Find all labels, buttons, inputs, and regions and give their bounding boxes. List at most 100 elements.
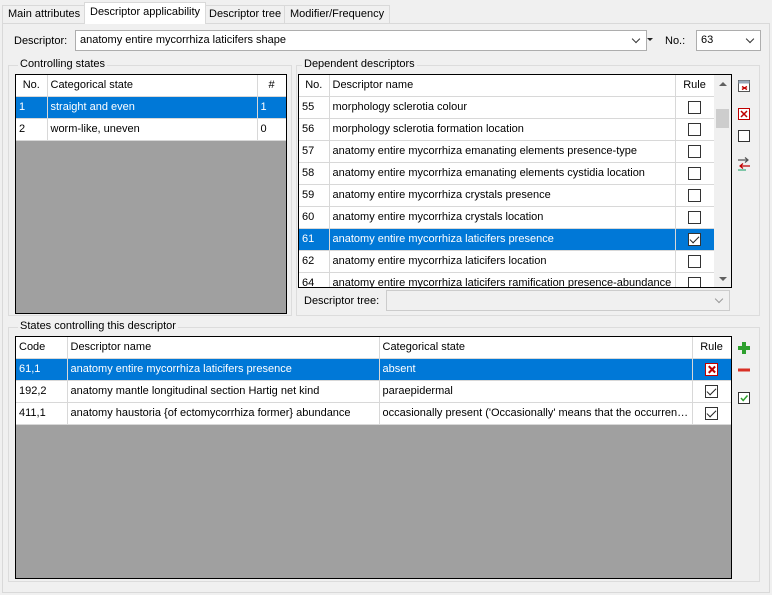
cell-rule bbox=[692, 358, 731, 381]
cell-rule bbox=[675, 184, 715, 207]
rule-checkbox[interactable] bbox=[688, 254, 701, 268]
cell-descriptor-name: morphology sclerotia formation location bbox=[329, 118, 676, 141]
table-row[interactable]: 64 anatomy entire mycorrhiza laticifers … bbox=[299, 272, 715, 287]
table-row[interactable]: 192,2 anatomy mantle longitudinal sectio… bbox=[16, 380, 731, 403]
checkbox-icon[interactable] bbox=[736, 128, 752, 144]
plus-icon[interactable] bbox=[736, 340, 752, 356]
column-header-no[interactable]: No. bbox=[16, 75, 48, 97]
column-header-no[interactable]: No. bbox=[299, 75, 330, 97]
cell-no: 1 bbox=[16, 96, 48, 119]
table-row[interactable]: 58 anatomy entire mycorrhiza emanating e… bbox=[299, 162, 715, 185]
cell-descriptor-name: anatomy entire mycorrhiza laticifers loc… bbox=[329, 250, 676, 273]
column-header-code[interactable]: Code bbox=[16, 337, 68, 359]
cell-rule bbox=[675, 118, 715, 141]
scroll-up-icon[interactable] bbox=[714, 75, 731, 92]
tab-main-attributes[interactable]: Main attributes bbox=[2, 5, 87, 24]
table-row[interactable]: 59 anatomy entire mycorrhiza crystals pr… bbox=[299, 184, 715, 207]
column-header-categorical-state[interactable]: Categorical state bbox=[379, 337, 693, 359]
column-header-descriptor-name[interactable]: Descriptor name bbox=[329, 75, 676, 97]
minus-icon[interactable] bbox=[736, 362, 752, 378]
column-header-rule[interactable]: Rule bbox=[675, 75, 715, 97]
swap-icon[interactable] bbox=[736, 156, 752, 172]
rule-checkbox[interactable] bbox=[688, 188, 701, 202]
cell-no: 58 bbox=[299, 162, 330, 185]
rule-checkbox[interactable] bbox=[688, 122, 701, 136]
descriptor-tree-label: Descriptor tree: bbox=[304, 295, 380, 307]
tab-descriptor-applicability[interactable]: Descriptor applicability bbox=[84, 2, 207, 24]
column-header-categorical-state[interactable]: Categorical state bbox=[47, 75, 258, 97]
controlling-states-title: Controlling states bbox=[18, 58, 107, 70]
rule-checkbox[interactable] bbox=[688, 166, 701, 180]
column-header-rule[interactable]: Rule bbox=[692, 337, 731, 359]
table-row[interactable]: 1 straight and even 1 bbox=[16, 96, 286, 119]
table-row[interactable]: 57 anatomy entire mycorrhiza emanating e… bbox=[299, 140, 715, 163]
cell-descriptor-name: morphology sclerotia colour bbox=[329, 96, 676, 119]
controlling-states-grid[interactable]: No. Categorical state # 1 straight and e… bbox=[15, 74, 287, 314]
cell-descriptor-name: anatomy entire mycorrhiza laticifers ram… bbox=[329, 272, 676, 287]
column-header-count[interactable]: # bbox=[257, 75, 286, 97]
cell-descriptor-name: anatomy entire mycorrhiza crystals locat… bbox=[329, 206, 676, 229]
rule-checkbox[interactable] bbox=[705, 384, 718, 398]
rule-checkbox[interactable] bbox=[688, 232, 701, 246]
cell-code: 61,1 bbox=[16, 358, 68, 381]
dependent-descriptors-grid[interactable]: No. Descriptor name Rule 55 morphology s… bbox=[298, 74, 732, 288]
cell-categorical-state: occasionally present ('Occasionally' mea… bbox=[379, 402, 693, 425]
scroll-thumb[interactable] bbox=[716, 109, 729, 128]
cell-no: 60 bbox=[299, 206, 330, 229]
states-controlling-grid[interactable]: Code Descriptor name Categorical state R… bbox=[15, 336, 732, 579]
table-header: No. Descriptor name Rule bbox=[299, 75, 715, 97]
rule-checkbox[interactable] bbox=[705, 406, 718, 420]
cell-descriptor-name: anatomy entire mycorrhiza laticifers pre… bbox=[67, 358, 380, 381]
rule-checkbox[interactable] bbox=[688, 144, 701, 158]
descriptor-combo[interactable]: anatomy entire mycorrhiza laticifers sha… bbox=[75, 30, 647, 51]
cell-descriptor-name: anatomy entire mycorrhiza emanating elem… bbox=[329, 140, 676, 163]
chevron-down-icon bbox=[744, 31, 756, 50]
cell-rule bbox=[675, 96, 715, 119]
check-icon[interactable] bbox=[736, 390, 752, 406]
table-row[interactable]: 2 worm-like, uneven 0 bbox=[16, 118, 286, 141]
table-row[interactable]: 62 anatomy entire mycorrhiza laticifers … bbox=[299, 250, 715, 273]
table-row[interactable]: 56 morphology sclerotia formation locati… bbox=[299, 118, 715, 141]
cell-rule bbox=[675, 272, 715, 287]
tab-descriptor-tree[interactable]: Descriptor tree bbox=[203, 5, 288, 24]
number-value: 63 bbox=[701, 34, 714, 46]
column-header-descriptor-name[interactable]: Descriptor name bbox=[67, 337, 380, 359]
cell-state: worm-like, uneven bbox=[47, 118, 258, 141]
delete-x-icon[interactable] bbox=[736, 106, 752, 122]
table-row[interactable]: 411,1 anatomy haustoria {of ectomycorrhi… bbox=[16, 402, 731, 425]
cell-categorical-state: paraepidermal bbox=[379, 380, 693, 403]
cell-rule bbox=[675, 162, 715, 185]
rule-checkbox-excluded[interactable] bbox=[705, 362, 718, 376]
tab-modifier-frequency[interactable]: Modifier/Frequency bbox=[284, 5, 391, 24]
cell-rule bbox=[675, 206, 715, 229]
cell-no: 59 bbox=[299, 184, 330, 207]
vertical-scrollbar[interactable] bbox=[714, 75, 731, 287]
table-header: Code Descriptor name Categorical state R… bbox=[16, 337, 731, 359]
table-header: No. Categorical state # bbox=[16, 75, 286, 97]
cell-no: 57 bbox=[299, 140, 330, 163]
rule-checkbox[interactable] bbox=[688, 100, 701, 114]
cell-descriptor-name: anatomy entire mycorrhiza crystals prese… bbox=[329, 184, 676, 207]
number-combo[interactable]: 63 bbox=[696, 30, 761, 51]
descriptor-tree-combo[interactable] bbox=[386, 290, 730, 311]
rule-checkbox[interactable] bbox=[688, 276, 701, 287]
cell-categorical-state: absent bbox=[379, 358, 693, 381]
cell-no: 62 bbox=[299, 250, 330, 273]
chevron-down-icon bbox=[713, 291, 725, 310]
cell-no: 64 bbox=[299, 272, 330, 287]
cell-no: 61 bbox=[299, 228, 330, 251]
cell-descriptor-name: anatomy haustoria {of ectomycorrhiza for… bbox=[67, 402, 380, 425]
table-row[interactable]: 55 morphology sclerotia colour bbox=[299, 96, 715, 119]
new-descriptor-icon[interactable] bbox=[736, 78, 752, 94]
descriptor-value: anatomy entire mycorrhiza laticifers sha… bbox=[80, 34, 287, 46]
scroll-down-icon[interactable] bbox=[714, 270, 731, 287]
cell-code: 192,2 bbox=[16, 380, 68, 403]
descriptor-label: Descriptor: bbox=[14, 35, 68, 47]
dropdown-menu-icon[interactable] bbox=[647, 35, 655, 45]
cell-descriptor-name: anatomy entire mycorrhiza laticifers pre… bbox=[329, 228, 676, 251]
table-row[interactable]: 61 anatomy entire mycorrhiza laticifers … bbox=[299, 228, 715, 251]
cell-rule bbox=[675, 250, 715, 273]
rule-checkbox[interactable] bbox=[688, 210, 701, 224]
table-row[interactable]: 61,1 anatomy entire mycorrhiza laticifer… bbox=[16, 358, 731, 381]
table-row[interactable]: 60 anatomy entire mycorrhiza crystals lo… bbox=[299, 206, 715, 229]
